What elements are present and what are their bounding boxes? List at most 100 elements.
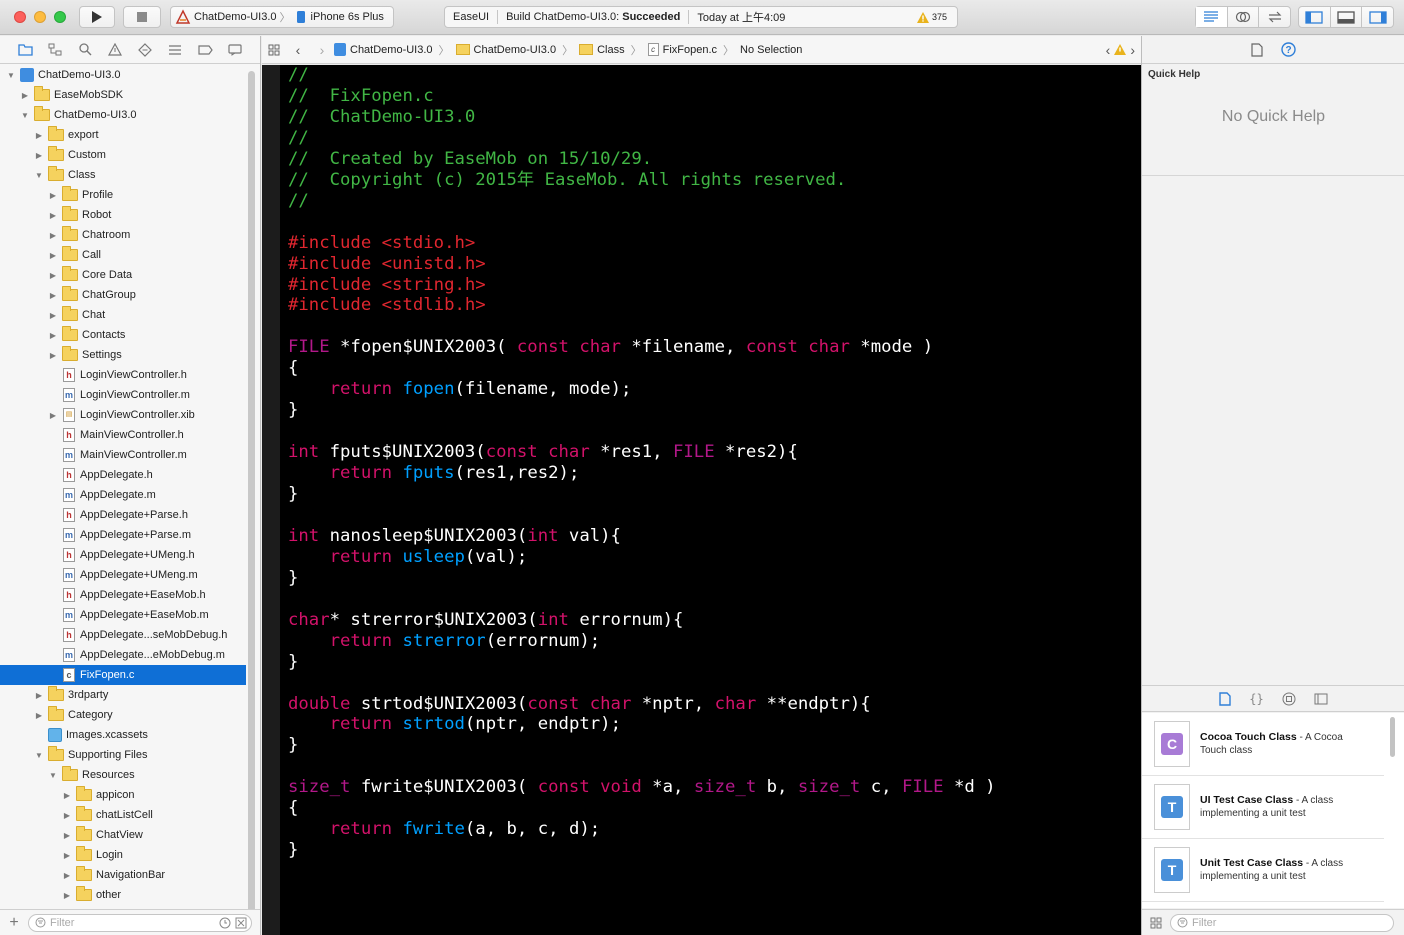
code-line[interactable]: } (288, 840, 298, 861)
test-icon[interactable] (130, 42, 160, 57)
zoom-window-button[interactable] (54, 11, 66, 23)
quick-help-icon[interactable]: ? (1281, 42, 1296, 57)
code-line[interactable]: } (288, 652, 298, 673)
code-line[interactable]: // Created by EaseMob on 15/10/29. (288, 149, 652, 170)
disclosure-open-icon[interactable]: ▼ (20, 111, 30, 120)
code-line[interactable]: { (288, 798, 298, 819)
library-filter-field[interactable]: Filter (1170, 913, 1394, 932)
nav-forward-icon[interactable]: › (310, 42, 334, 58)
code-line[interactable]: size_t fwrite$UNIX2003( const void *a, s… (288, 777, 996, 798)
disclosure-closed-icon[interactable]: ▶ (62, 851, 72, 860)
debug-area-toggle-icon[interactable] (1331, 7, 1363, 27)
warning-badge[interactable]: 375 (916, 11, 947, 23)
disclosure-closed-icon[interactable]: ▶ (48, 291, 58, 300)
navigator-toggle-icon[interactable] (1299, 7, 1331, 27)
code-line[interactable]: FILE *fopen$UNIX2003( const char *filena… (288, 337, 933, 358)
code-line[interactable]: #include <string.h> (288, 275, 486, 296)
disclosure-closed-icon[interactable]: ▶ (62, 811, 72, 820)
disclosure-open-icon[interactable]: ▼ (6, 71, 16, 80)
stop-button[interactable] (123, 6, 161, 28)
tree-item[interactable]: ▶ EaseMobSDK (0, 85, 246, 105)
tree-item[interactable]: c FixFopen.c (0, 665, 246, 685)
file-inspector-icon[interactable] (1251, 42, 1263, 57)
disclosure-closed-icon[interactable]: ▶ (34, 691, 44, 700)
disclosure-closed-icon[interactable]: ▶ (48, 411, 58, 420)
tree-item[interactable]: m AppDelegate+Parse.m (0, 525, 246, 545)
disclosure-open-icon[interactable]: ▼ (34, 171, 44, 180)
code-line[interactable]: // (288, 128, 309, 149)
disclosure-closed-icon[interactable]: ▶ (20, 91, 30, 100)
tree-item[interactable]: ▶ Call (0, 245, 246, 265)
tree-item[interactable]: ▼ ChatDemo-UI3.0 (0, 105, 246, 125)
disclosure-closed-icon[interactable]: ▶ (62, 831, 72, 840)
disclosure-closed-icon[interactable]: ▶ (62, 891, 72, 900)
code-line[interactable]: } (288, 568, 298, 589)
template-item[interactable]: T Unit Test Case Class - A class implemen… (1142, 839, 1384, 902)
grid-view-icon[interactable] (1142, 917, 1170, 929)
tree-item[interactable]: ▶ Contacts (0, 325, 246, 345)
disclosure-closed-icon[interactable]: ▶ (62, 871, 72, 880)
tree-item[interactable]: ▶ Custom (0, 145, 246, 165)
disclosure-closed-icon[interactable]: ▶ (48, 271, 58, 280)
disclosure-closed-icon[interactable]: ▶ (48, 331, 58, 340)
code-line[interactable]: return fwrite(a, b, c, d); (288, 819, 601, 840)
symbol-icon[interactable] (40, 43, 70, 56)
tree-item[interactable]: ▶ Robot (0, 205, 246, 225)
code-line[interactable]: // (288, 65, 309, 86)
minimize-window-button[interactable] (34, 11, 46, 23)
code-line[interactable]: // FixFopen.c (288, 86, 434, 107)
tree-item[interactable]: ▶ ChatView (0, 825, 246, 845)
disclosure-closed-icon[interactable]: ▶ (48, 251, 58, 260)
issue-icon[interactable] (100, 43, 130, 56)
code-line[interactable]: return strtod(nptr, endptr); (288, 714, 621, 735)
code-line[interactable]: } (288, 400, 298, 421)
disclosure-closed-icon[interactable]: ▶ (48, 231, 58, 240)
tree-item[interactable]: m AppDelegate.m (0, 485, 246, 505)
recent-files-icon[interactable] (219, 917, 231, 929)
tree-item[interactable]: ▶ other (0, 885, 246, 905)
code-line[interactable]: int nanosleep$UNIX2003(int val){ (288, 526, 621, 547)
code-line[interactable]: // Copyright (c) 2015年 EaseMob. All righ… (288, 170, 846, 191)
template-item[interactable]: C Cocoa Touch Class - A Cocoa Touch class (1142, 713, 1384, 776)
tree-item[interactable]: h AppDelegate+EaseMob.h (0, 585, 246, 605)
editor-mode-control[interactable] (1195, 6, 1291, 28)
tree-item[interactable]: Images.xcassets (0, 725, 246, 745)
debug-icon[interactable] (160, 44, 190, 56)
breadcrumb-selection[interactable]: No Selection (740, 44, 802, 56)
breadcrumb-class-folder[interactable]: Class (579, 44, 625, 56)
tree-item[interactable]: m AppDelegate+UMeng.m (0, 565, 246, 585)
library-scrollbar[interactable] (1390, 717, 1395, 757)
prev-issue-icon[interactable]: ‹ (1106, 42, 1111, 58)
tree-item[interactable]: ▶ chatListCell (0, 805, 246, 825)
navigator-scrollbar[interactable] (248, 71, 255, 933)
code-line[interactable]: return fopen(filename, mode); (288, 379, 632, 400)
panel-toggle-control[interactable] (1298, 6, 1394, 28)
tree-item[interactable]: ▼ Resources (0, 765, 246, 785)
code-line[interactable]: return fputs(res1,res2); (288, 463, 580, 484)
version-editor-icon[interactable] (1259, 7, 1290, 27)
file-template-library-icon[interactable] (1219, 691, 1231, 706)
code-line[interactable]: #include <stdio.h> (288, 233, 475, 254)
code-line[interactable]: #include <unistd.h> (288, 254, 486, 275)
assistant-editor-icon[interactable] (1228, 7, 1260, 27)
tree-item[interactable]: ▶ Profile (0, 185, 246, 205)
tree-item[interactable]: h LoginViewController.h (0, 365, 246, 385)
tree-item[interactable]: ▶ Chatroom (0, 225, 246, 245)
nav-back-icon[interactable]: ‹ (286, 42, 310, 58)
code-line[interactable]: // ChatDemo-UI3.0 (288, 107, 475, 128)
scm-filter-icon[interactable] (235, 917, 247, 929)
media-library-icon[interactable] (1314, 693, 1328, 705)
code-line[interactable]: return usleep(val); (288, 547, 528, 568)
editor-gutter[interactable] (262, 65, 280, 935)
next-issue-icon[interactable]: › (1130, 42, 1135, 58)
code-line[interactable]: double strtod$UNIX2003(const char *nptr,… (288, 694, 871, 715)
code-line[interactable]: #include <stdlib.h> (288, 295, 486, 316)
tree-item[interactable]: ▶ Category (0, 705, 246, 725)
tree-item[interactable]: h MainViewController.h (0, 425, 246, 445)
close-window-button[interactable] (14, 11, 26, 23)
tree-item[interactable]: h AppDelegate.h (0, 465, 246, 485)
tree-item[interactable]: ▼ Supporting Files (0, 745, 246, 765)
tree-item[interactable]: m MainViewController.m (0, 445, 246, 465)
tree-item[interactable]: ▶ Settings (0, 345, 246, 365)
disclosure-open-icon[interactable]: ▼ (48, 771, 58, 780)
